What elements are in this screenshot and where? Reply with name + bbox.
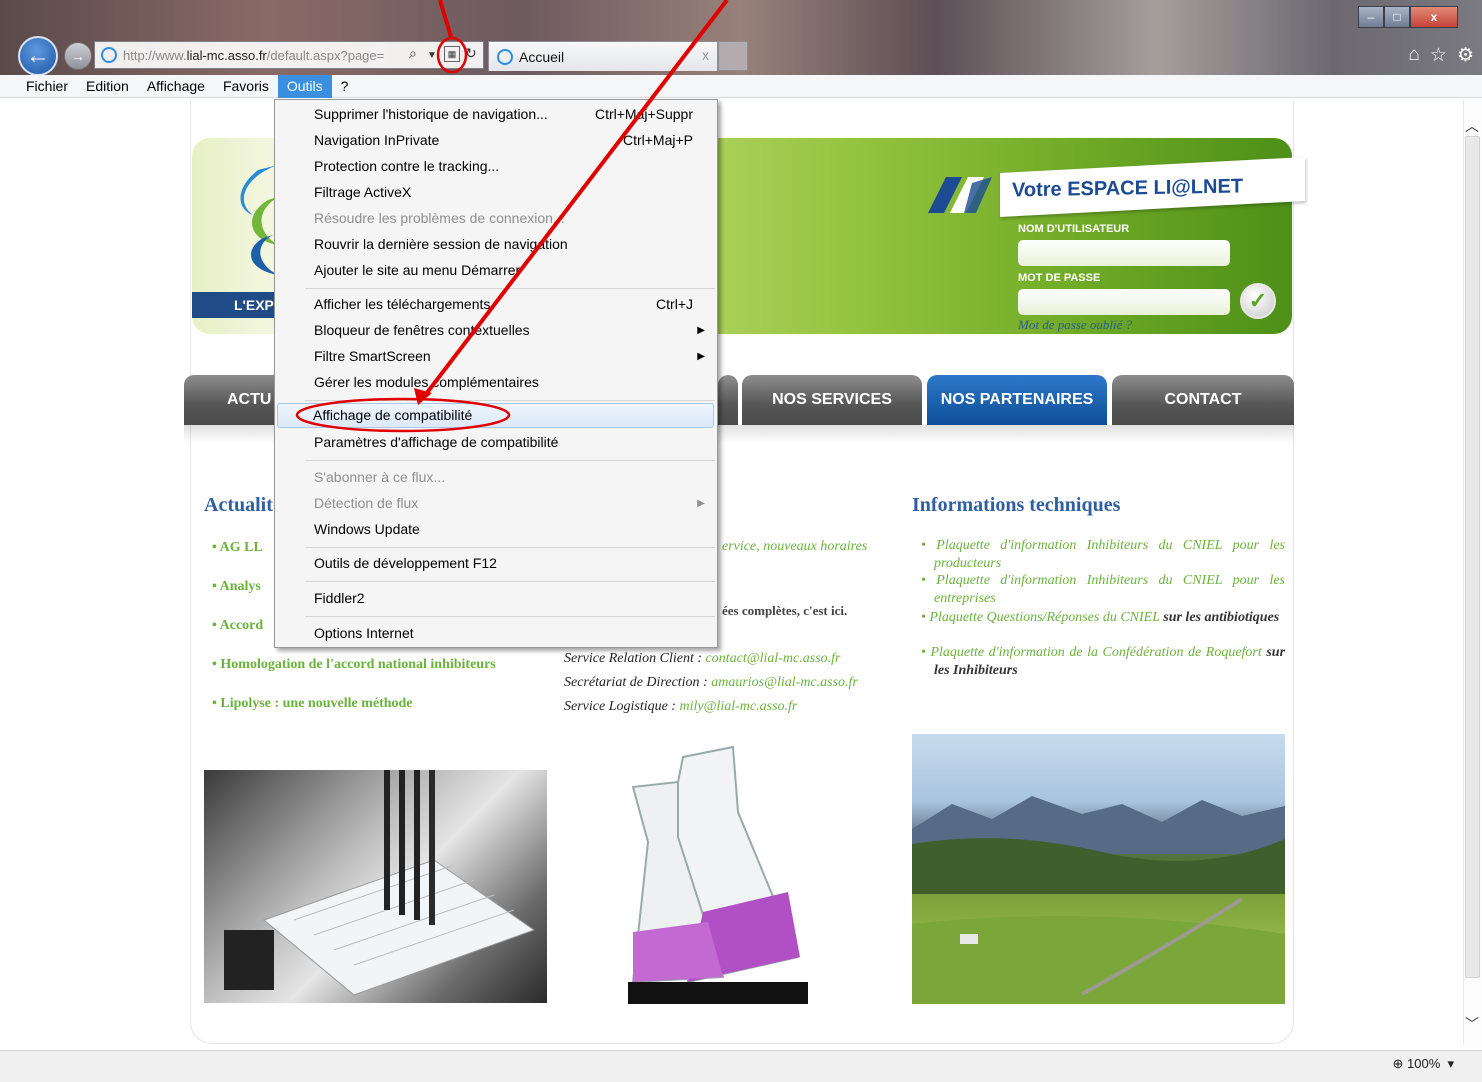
annotation-ellipse-icon	[436, 36, 468, 74]
annotation-overlay	[295, 0, 729, 433]
annotation-ellipse-menu	[295, 397, 511, 433]
annotation-arrow-top	[438, 0, 453, 38]
annotation-arrow-diagonal	[421, 0, 729, 400]
